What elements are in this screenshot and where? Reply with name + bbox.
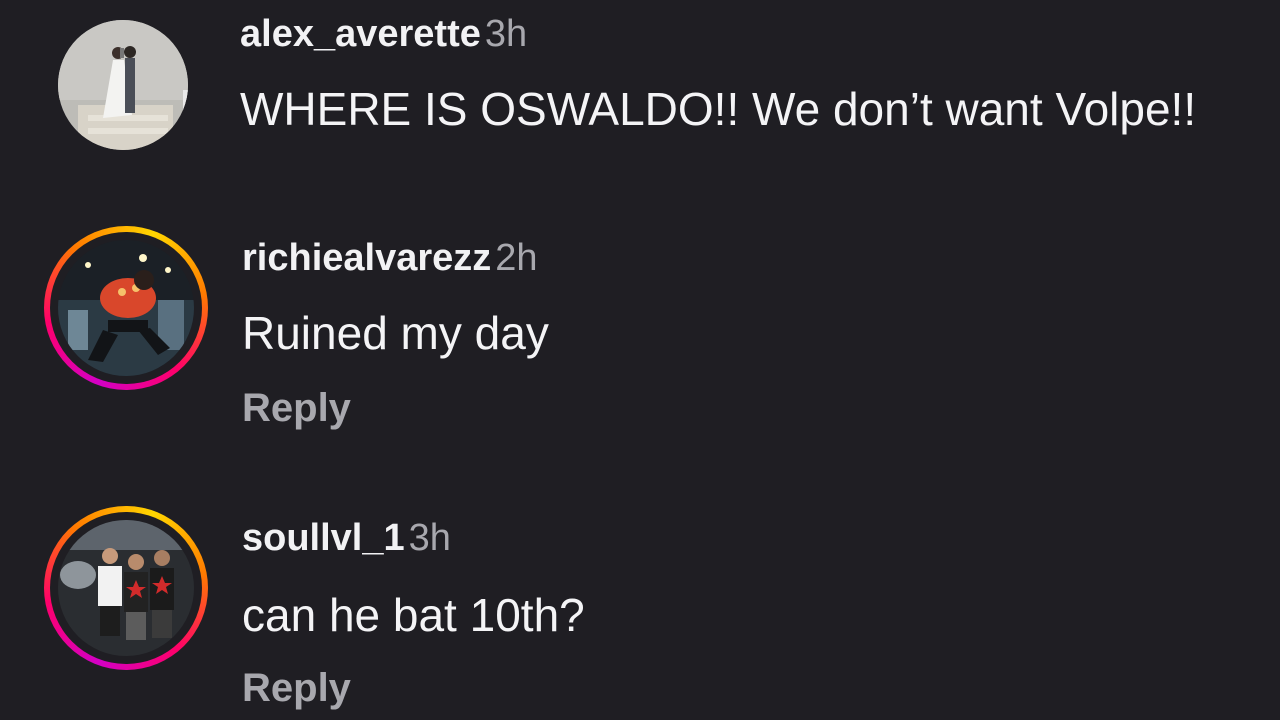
- avatar: [58, 520, 194, 656]
- avatar[interactable]: [58, 20, 188, 150]
- comment-item: alex_averette 3h WHERE IS OSWALDO!! We do…: [0, 0, 1280, 210]
- reply-button[interactable]: Reply: [242, 384, 351, 432]
- avatar: [58, 240, 194, 376]
- story-ring[interactable]: [44, 506, 208, 670]
- comment-text: Ruined my day: [242, 307, 549, 359]
- comment-text: can he bat 10th?: [242, 589, 585, 641]
- timestamp: 2h: [495, 237, 538, 279]
- username[interactable]: alex_averette: [240, 13, 481, 55]
- username[interactable]: richiealvarezz: [242, 237, 491, 279]
- comment-meta: richiealvarezz 2h: [242, 236, 538, 288]
- comment-meta: soullvl_1 3h: [242, 516, 451, 568]
- timestamp: 3h: [408, 517, 451, 559]
- comment-meta: alex_averette 3h: [240, 12, 527, 64]
- story-ring[interactable]: [44, 226, 208, 390]
- reply-button[interactable]: Reply: [242, 664, 351, 712]
- comment-text: WHERE IS OSWALDO!! We don’t want Volpe!!: [240, 83, 1197, 135]
- timestamp: 3h: [484, 13, 528, 55]
- username[interactable]: soullvl_1: [242, 517, 405, 559]
